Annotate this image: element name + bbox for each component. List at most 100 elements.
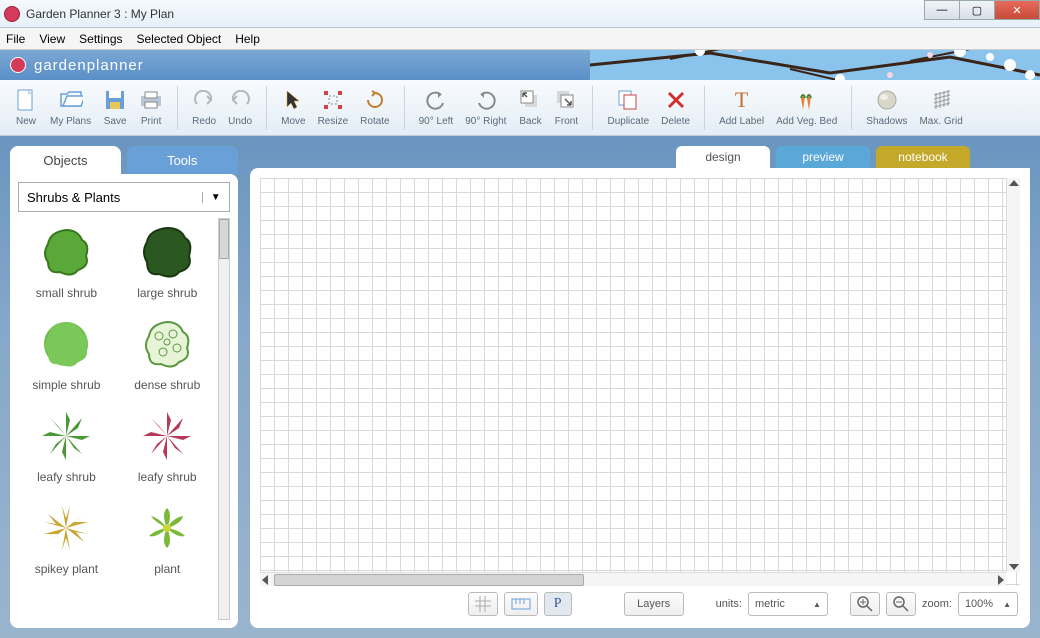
toolbar: New My Plans Save Print Redo Undo Move R… [0, 80, 1040, 136]
resize-button[interactable]: Resize [312, 86, 355, 129]
plant-icon [139, 500, 195, 556]
layers-button[interactable]: Layers [624, 592, 684, 616]
banner-blossom-art [590, 50, 1040, 80]
save-button[interactable]: Save [97, 86, 133, 129]
print-icon [139, 88, 163, 112]
menubar: File View Settings Selected Object Help [0, 28, 1040, 50]
duplicate-icon [616, 88, 640, 112]
chevron-down-icon: ▼ [202, 192, 221, 203]
object-spikey-plant[interactable]: spikey plant [18, 494, 115, 582]
menu-settings[interactable]: Settings [79, 32, 122, 46]
sidebar: Objects Tools Shrubs & Plants ▼ small sh… [10, 146, 238, 628]
vertical-scrollbar[interactable] [1006, 178, 1020, 572]
undo-icon [228, 88, 252, 112]
rotate-icon [363, 88, 387, 112]
ruler-icon [511, 598, 531, 610]
brand-right: planner [87, 57, 144, 74]
tab-objects[interactable]: Objects [10, 146, 121, 174]
chevron-up-icon: ▲ [1003, 600, 1011, 609]
print-button[interactable]: Print [133, 86, 169, 129]
delete-button[interactable]: Delete [655, 86, 696, 129]
add-veg-bed-button[interactable]: Add Veg. Bed [770, 86, 843, 129]
canvas-container: P Layers units: metric▲ zoom: 100%▲ [250, 168, 1030, 628]
grid-small-icon [475, 596, 491, 612]
objects-scrollbar[interactable] [218, 218, 230, 620]
app-icon [4, 6, 20, 22]
leafy-shrub-red-icon [139, 408, 195, 464]
menu-help[interactable]: Help [235, 32, 260, 46]
canvas-statusbar: P Layers units: metric▲ zoom: 100%▲ [260, 586, 1020, 618]
close-button[interactable]: ✕ [994, 0, 1040, 20]
object-dense-shrub[interactable]: dense shrub [119, 310, 216, 398]
zoom-in-button[interactable] [850, 592, 880, 616]
window-titlebar: Garden Planner 3 : My Plan — ▢ ✕ [0, 0, 1040, 28]
menu-view[interactable]: View [39, 32, 65, 46]
small-shrub-icon [38, 224, 94, 280]
new-file-icon [14, 88, 38, 112]
grid-toggle-button[interactable] [468, 592, 498, 616]
design-canvas[interactable] [260, 178, 1020, 586]
spikey-plant-icon [38, 500, 94, 556]
menu-file[interactable]: File [6, 32, 25, 46]
tab-notebook[interactable]: notebook [876, 146, 970, 168]
move-button[interactable]: Move [275, 86, 311, 129]
zoom-in-icon [857, 596, 873, 612]
main-area: design preview notebook P Layers units: … [250, 146, 1030, 628]
object-large-shrub[interactable]: large shrub [119, 218, 216, 306]
sphere-icon [875, 88, 899, 112]
tab-tools[interactable]: Tools [127, 146, 238, 174]
object-leafy-shrub-1[interactable]: leafy shrub [18, 402, 115, 490]
bring-front-button[interactable]: Front [548, 86, 584, 129]
banner-flower-icon [10, 57, 26, 73]
redo-icon [192, 88, 216, 112]
rotate-button[interactable]: Rotate [354, 86, 395, 129]
zoom-label: zoom: [922, 598, 952, 610]
save-icon [103, 88, 127, 112]
p-button[interactable]: P [544, 592, 572, 616]
vegetable-icon [795, 88, 819, 112]
new-button[interactable]: New [8, 86, 44, 129]
undo-button[interactable]: Undo [222, 86, 258, 129]
my-plans-button[interactable]: My Plans [44, 86, 97, 129]
rotate-left-icon [424, 88, 448, 112]
large-shrub-icon [139, 224, 195, 280]
tab-design[interactable]: design [676, 146, 770, 168]
dense-shrub-icon [139, 316, 195, 372]
object-small-shrub[interactable]: small shrub [18, 218, 115, 306]
object-simple-shrub[interactable]: simple shrub [18, 310, 115, 398]
units-select[interactable]: metric▲ [748, 592, 828, 616]
leafy-shrub-green-icon [38, 408, 94, 464]
grid-icon [929, 88, 953, 112]
rotate-left-button[interactable]: 90° Left [413, 86, 460, 129]
minimize-button[interactable]: — [924, 0, 960, 20]
folder-icon [59, 88, 83, 112]
objects-panel: Shrubs & Plants ▼ small shrub large shru… [10, 174, 238, 628]
brand-left: garden [34, 57, 87, 74]
menu-selected-object[interactable]: Selected Object [137, 32, 222, 46]
max-grid-button[interactable]: Max. Grid [913, 86, 968, 129]
rotate-right-icon [474, 88, 498, 112]
banner-brand: gardenplanner [34, 57, 144, 74]
zoom-select[interactable]: 100%▲ [958, 592, 1018, 616]
shadows-button[interactable]: Shadows [860, 86, 913, 129]
units-label: units: [716, 598, 742, 610]
ruler-button[interactable] [504, 592, 538, 616]
delete-icon [664, 88, 688, 112]
add-label-button[interactable]: TAdd Label [713, 86, 770, 129]
category-select[interactable]: Shrubs & Plants ▼ [18, 182, 230, 212]
rotate-right-button[interactable]: 90° Right [459, 86, 512, 129]
back-icon [518, 88, 542, 112]
simple-shrub-icon [38, 316, 94, 372]
horizontal-scrollbar[interactable] [260, 572, 1006, 586]
text-icon: T [730, 88, 754, 112]
duplicate-button[interactable]: Duplicate [601, 86, 655, 129]
maximize-button[interactable]: ▢ [959, 0, 995, 20]
object-plant[interactable]: plant [119, 494, 216, 582]
front-icon [554, 88, 578, 112]
tab-preview[interactable]: preview [776, 146, 870, 168]
zoom-out-button[interactable] [886, 592, 916, 616]
send-back-button[interactable]: Back [512, 86, 548, 129]
object-leafy-shrub-2[interactable]: leafy shrub [119, 402, 216, 490]
chevron-up-icon: ▲ [813, 600, 821, 609]
redo-button[interactable]: Redo [186, 86, 222, 129]
